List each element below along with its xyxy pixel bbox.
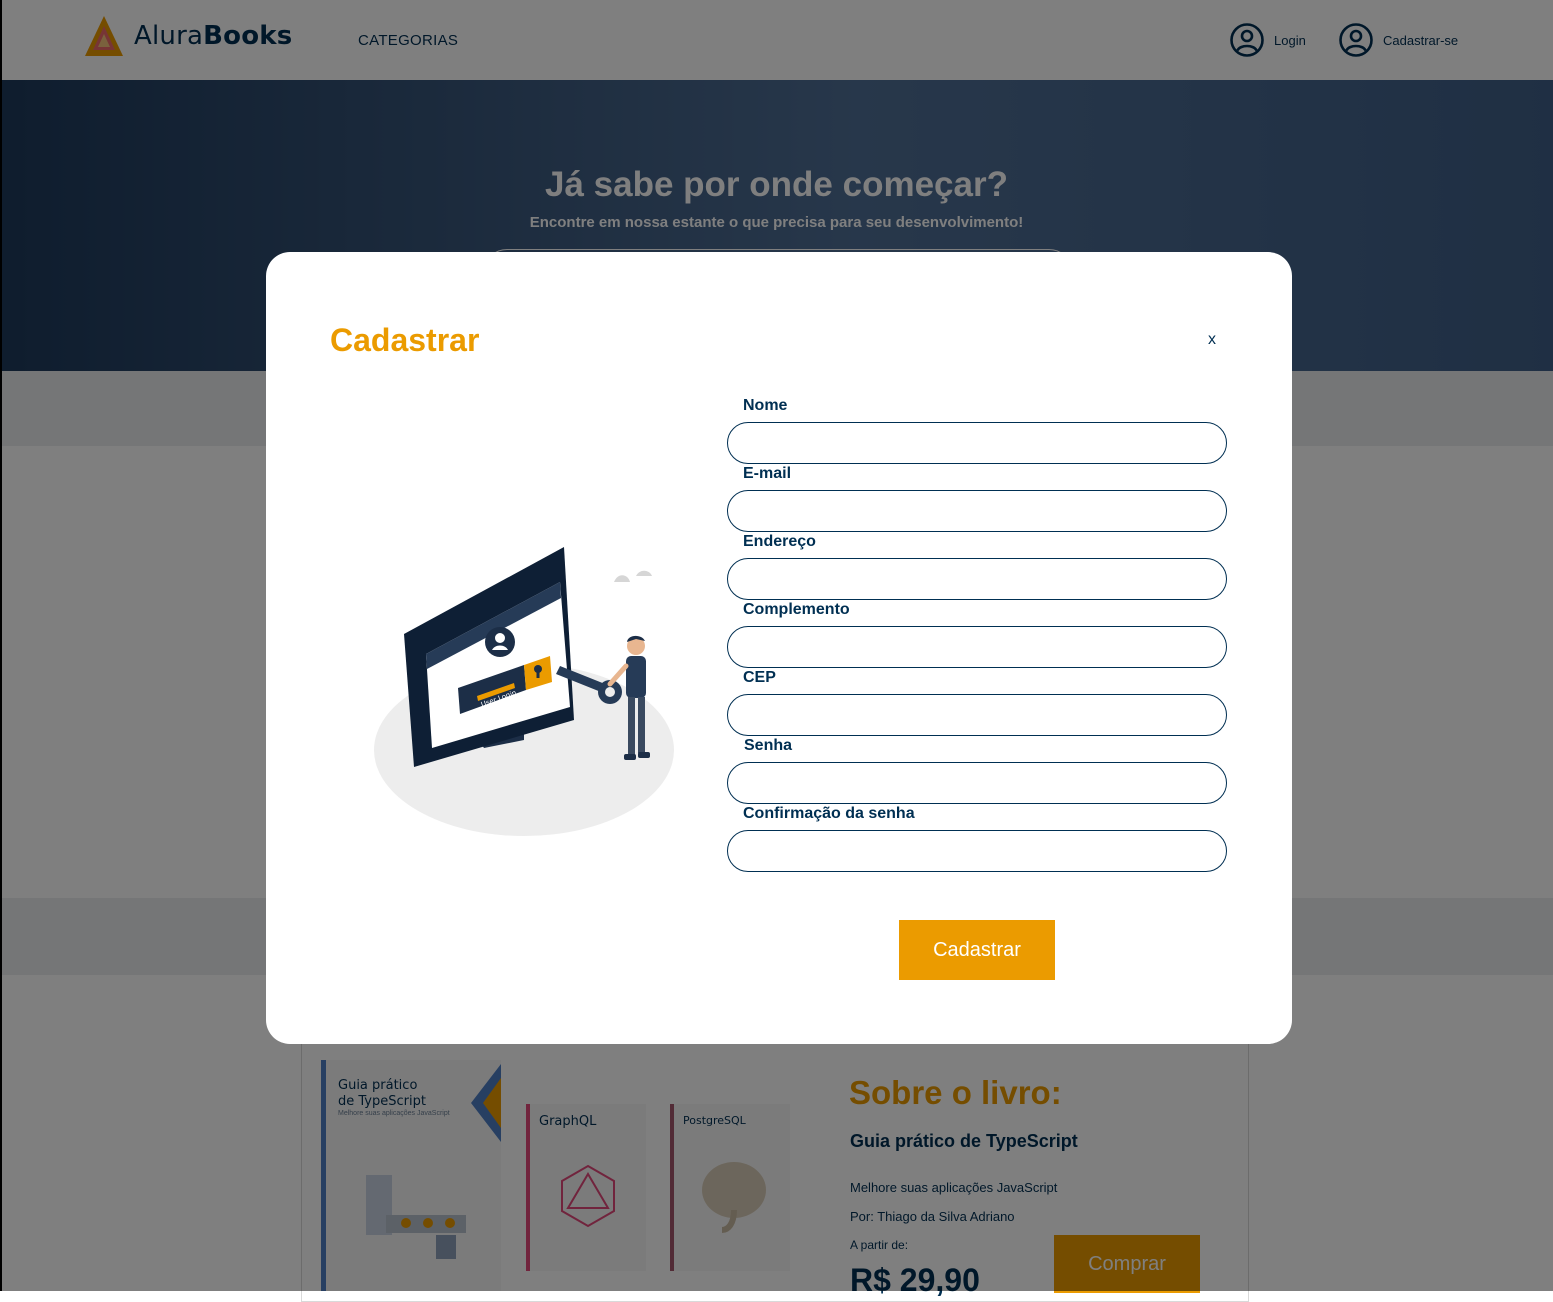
email-label: E-mail bbox=[743, 465, 792, 482]
nome-input[interactable] bbox=[727, 422, 1227, 464]
close-button[interactable]: x bbox=[1208, 331, 1216, 349]
submit-signup-button[interactable]: Cadastrar bbox=[899, 920, 1055, 980]
senha-input[interactable] bbox=[727, 762, 1227, 804]
confirm-password-label: Confirmação da senha bbox=[743, 805, 915, 822]
cep-label: CEP bbox=[743, 669, 776, 686]
complemento-input[interactable] bbox=[727, 626, 1227, 668]
email-input[interactable] bbox=[727, 490, 1227, 532]
endereco-input[interactable] bbox=[727, 558, 1227, 600]
endereco-label: Endereço bbox=[743, 533, 816, 550]
signup-modal: Cadastrar x User Login Nome E-mail Ender… bbox=[266, 252, 1292, 1044]
nome-label: Nome bbox=[743, 397, 788, 414]
modal-title: Cadastrar bbox=[330, 322, 480, 358]
cep-input[interactable] bbox=[727, 694, 1227, 736]
senha-label: Senha bbox=[744, 737, 793, 754]
confirm-password-input[interactable] bbox=[727, 830, 1227, 872]
user-login-illustration-icon: User Login bbox=[374, 547, 674, 836]
complemento-label: Complemento bbox=[743, 601, 850, 618]
